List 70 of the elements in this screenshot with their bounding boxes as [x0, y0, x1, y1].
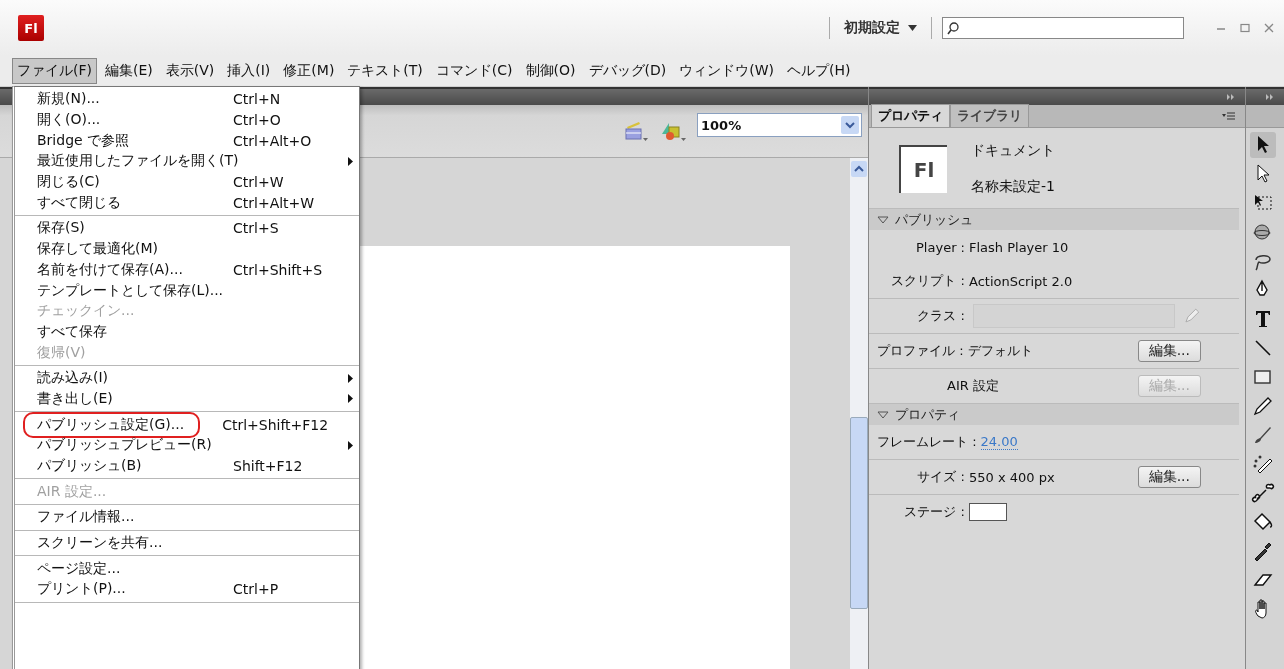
caret-icon	[908, 25, 917, 31]
menu-bar-item[interactable]: 挿入(I)	[222, 58, 276, 84]
property-value: ActionScript 2.0	[969, 273, 1073, 289]
menu-bar-item[interactable]: 編集(E)	[100, 58, 158, 84]
menu-item[interactable]: 新規(N)... Ctrl+N	[15, 89, 359, 110]
menu-item[interactable]: パブリッシュプレビュー(R)	[15, 435, 359, 456]
stage-color-swatch[interactable]	[969, 503, 1007, 521]
section-header[interactable]: プロパティ	[869, 403, 1239, 425]
property-value: 550 x 400 px	[969, 469, 1055, 485]
menu-item[interactable]: ファイル情報...	[15, 507, 359, 528]
vertical-scrollbar[interactable]	[850, 158, 868, 669]
menu-item[interactable]: 開く(O)... Ctrl+O	[15, 109, 359, 131]
menu-item[interactable]: すべて保存	[15, 321, 359, 343]
menu-item[interactable]: Bridge で参照 Ctrl+Alt+O	[15, 130, 359, 152]
edit-button[interactable]: 編集...	[1137, 466, 1201, 488]
workspace-dropdown[interactable]: 初期設定	[840, 19, 921, 37]
menu-bar-item[interactable]: ファイル(F)	[12, 58, 97, 84]
panel-tab[interactable]: プロパティ	[871, 104, 950, 127]
menu-bar-item[interactable]: テキスト(T)	[342, 58, 428, 84]
property-label: プロファイル : デフォルト	[877, 342, 1033, 360]
menu-bar-item[interactable]: ヘルプ(H)	[782, 58, 856, 84]
panel-tab[interactable]: ライブラリ	[950, 104, 1029, 127]
app-logo: Fl	[18, 15, 44, 41]
document-icon: Fl	[899, 145, 947, 193]
edit-button[interactable]: 編集...	[1137, 340, 1201, 362]
scroll-up-icon[interactable]	[851, 161, 867, 177]
menu-item[interactable]: ページ設定...	[15, 558, 359, 580]
menu-bar-item[interactable]: デバッグ(D)	[583, 58, 672, 84]
menu-item[interactable]: スクリーンを共有...	[15, 532, 359, 554]
menu-bar-item[interactable]: 制御(O)	[520, 58, 581, 84]
panel-menu-icon[interactable]	[1222, 112, 1235, 121]
menu-item[interactable]: パブリッシュ設定(G)... Ctrl+Shift+F12	[15, 414, 359, 435]
menu-item[interactable]: テンプレートとして保存(L)...	[15, 280, 359, 301]
property-label: クラス :	[916, 307, 965, 325]
menu-item[interactable]: パブリッシュ(B) Shift+F12	[15, 455, 359, 477]
menu-item[interactable]: 最近使用したファイルを開く(T)	[15, 151, 359, 172]
search-icon	[947, 21, 959, 35]
triangle-icon	[877, 410, 889, 419]
section-header[interactable]: パブリッシュ	[869, 208, 1239, 230]
menu-bar-item[interactable]: コマンド(C)	[430, 58, 518, 84]
property-label: スクリプト :	[890, 272, 965, 290]
property-value: Flash Player 10	[969, 239, 1069, 255]
maximize-icon[interactable]	[1240, 23, 1250, 33]
search-field[interactable]	[942, 17, 1184, 39]
menu-bar-item[interactable]: 修正(M)	[278, 58, 340, 84]
property-label: ステージ :	[903, 503, 965, 521]
menu-bar-item[interactable]: ウィンドウ(W)	[674, 58, 779, 84]
chevron-down-icon	[841, 116, 859, 134]
menu-item[interactable]: 閉じる(C) Ctrl+W	[15, 171, 359, 193]
menu-item[interactable]: 名前を付けて保存(A)... Ctrl+Shift+S	[15, 259, 359, 281]
property-label: Player :	[915, 239, 965, 255]
menu-bar-item[interactable]: 表示(V)	[160, 58, 220, 84]
menu-item[interactable]: 書き出し(E)	[15, 388, 359, 410]
menu-item[interactable]: すべて閉じる Ctrl+Alt+W	[15, 192, 359, 214]
property-label: サイズ :	[916, 468, 965, 486]
property-label: フレームレート :	[877, 433, 977, 451]
menu-item[interactable]: 読み込み(I)	[15, 367, 359, 389]
arrow-tool-icon[interactable]	[1250, 132, 1276, 158]
collapse-icon[interactable]	[1227, 94, 1235, 100]
menu-item[interactable]: 保存して最適化(M)	[15, 238, 359, 260]
collapse-icon[interactable]	[1266, 94, 1274, 100]
scrollbar-thumb[interactable]	[850, 417, 868, 609]
triangle-icon	[877, 215, 889, 224]
menu-item[interactable]: プリント(P)... Ctrl+P	[15, 579, 359, 600]
close-icon[interactable]	[1264, 23, 1274, 33]
document-name: 名称未設定-1	[971, 178, 1055, 196]
document-type-label: ドキュメント	[971, 142, 1055, 160]
zoom-dropdown[interactable]: 100%	[697, 113, 862, 137]
menu-item[interactable]: 保存(S) Ctrl+S	[15, 218, 359, 239]
property-label: AIR 設定	[946, 377, 999, 395]
